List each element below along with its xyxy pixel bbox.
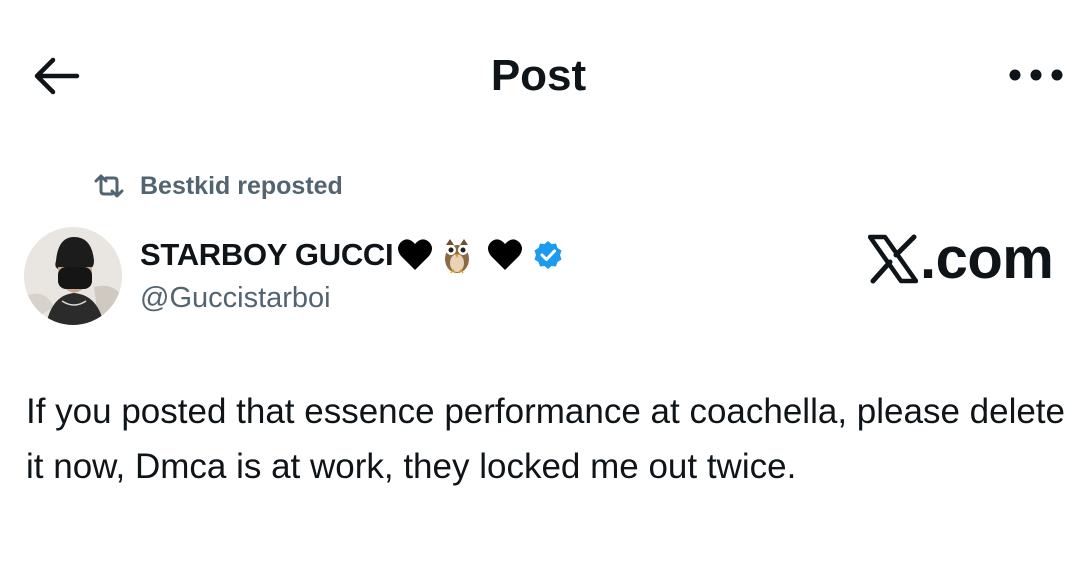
watermark-text: .com: [920, 226, 1054, 291]
author-name-row: STARBOY GUCCI: [140, 232, 563, 278]
repost-text: Bestkid reposted: [140, 171, 343, 200]
more-horizontal-icon: [1008, 68, 1064, 82]
page-title: Post: [490, 51, 587, 100]
arrow-left-icon: [31, 56, 81, 96]
post-text: If you posted that essence performance a…: [26, 392, 1065, 486]
x-com-watermark: .com: [868, 226, 1054, 292]
display-name[interactable]: STARBOY GUCCI: [140, 237, 394, 273]
avatar[interactable]: [24, 227, 122, 325]
author-block: STARBOY GUCCI @Guccistarboi: [140, 232, 563, 318]
post-header: Post: [0, 0, 1077, 150]
more-options-button[interactable]: [1002, 52, 1070, 98]
verified-badge-icon[interactable]: [533, 240, 563, 270]
back-button[interactable]: [28, 50, 84, 102]
black-heart-icon: [487, 238, 523, 272]
repost-icon: [92, 173, 126, 199]
owl-icon: [441, 235, 473, 275]
author-handle[interactable]: @Guccistarboi: [140, 278, 563, 318]
repost-indicator[interactable]: Bestkid reposted: [92, 168, 343, 204]
black-heart-icon: [397, 238, 433, 272]
x-logo-icon: [868, 234, 918, 284]
